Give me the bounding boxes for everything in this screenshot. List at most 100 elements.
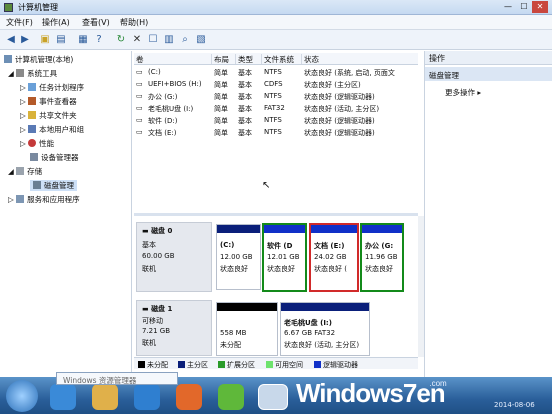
tree-item-task-scheduler[interactable]: ▷ 任务计划程序 — [20, 82, 84, 93]
partition-e[interactable]: 文档 (E:) 24.02 GB 状态良好 ( — [309, 223, 359, 292]
volume-row[interactable]: ▭ 老毛桃U盘 (I:) 简单 基本 FAT32 状态良好 (活动, 主分区) — [134, 103, 418, 114]
volume-row[interactable]: ▭ 软件 (D:) 简单 基本 NTFS 状态良好 (逻辑驱动器) — [134, 115, 418, 126]
explorer-taskbar-icon[interactable] — [92, 384, 118, 410]
volume-fs: CDFS — [264, 80, 283, 88]
partition-size: 24.02 GB — [314, 253, 347, 261]
disk1-kind: 可移动 — [142, 317, 163, 325]
services-icon — [16, 195, 25, 203]
tree-item-performance[interactable]: ▷ 性能 — [20, 138, 54, 149]
app2-taskbar-icon[interactable] — [218, 384, 244, 410]
volume-name: 老毛桃U盘 (I:) — [148, 105, 194, 113]
volume-row[interactable]: ▭ 文档 (E:) 简单 基本 NTFS 状态良好 (逻辑驱动器) — [134, 127, 418, 138]
partition-status: 状态良好 — [220, 265, 248, 273]
legend-primary: 主分区 — [178, 360, 208, 370]
partition-bar — [281, 303, 369, 311]
volume-row[interactable]: ▭ (C:) 简单 基本 NTFS 状态良好 (系统, 启动, 页面文 — [134, 67, 418, 78]
partition-bar — [217, 303, 277, 311]
help-icon[interactable]: ? — [92, 33, 106, 47]
drive-icon: ▭ — [136, 80, 143, 88]
actions-section-disk-mgmt[interactable]: 磁盘管理 — [425, 67, 552, 81]
legend-logical: 逻辑驱动器 — [314, 360, 358, 370]
brand-seven: 7 — [402, 378, 418, 408]
partition-size: 6.67 GB FAT32 — [284, 329, 336, 337]
watermark-logo: Windows7en .com — [296, 378, 447, 409]
volume-status: 状态良好 (主分区) — [304, 81, 361, 89]
tree-item-device-manager[interactable]: 设备管理器 — [30, 152, 79, 163]
refresh-icon[interactable]: ↻ — [114, 33, 128, 47]
partition-i[interactable]: 老毛桃U盘 (I:) 6.67 GB FAT32 状态良好 (活动, 主分区) — [280, 302, 370, 356]
disk-icon[interactable]: ▧ — [194, 33, 208, 47]
partition-unallocated[interactable]: 558 MB 未分配 — [216, 302, 278, 356]
users-icon — [28, 125, 37, 133]
volume-name: 办公 (G:) — [148, 93, 178, 101]
computer-management-icon — [4, 3, 13, 12]
volume-row[interactable]: ▭ UEFI+BIOS (H:) 简单 基本 CDFS 状态良好 (主分区) — [134, 79, 418, 90]
volume-fs: NTFS — [264, 68, 282, 76]
menu-file[interactable]: 文件(F) — [6, 17, 33, 28]
taskbar-clock[interactable]: 2014-08-06 — [494, 401, 535, 409]
new-icon[interactable]: ☐ — [146, 33, 160, 47]
disk0-info[interactable]: ▬ 磁盘 0 基本 60.00 GB 联机 — [136, 222, 212, 292]
tree-root[interactable]: 计算机管理(本地) — [4, 54, 73, 65]
tree-disk-management[interactable]: 磁盘管理 — [30, 180, 77, 191]
drive-icon: ▭ — [136, 104, 143, 112]
disk1-info[interactable]: ▬ 磁盘 1 可移动 7.21 GB 联机 — [136, 300, 212, 356]
maximize-button[interactable]: ☐ — [516, 1, 532, 13]
menu-action[interactable]: 操作(A) — [42, 17, 70, 28]
more-actions-link[interactable]: 更多操作 ▸ — [445, 87, 481, 98]
taskbar-tooltip: Windows 资源管理器 — [56, 372, 178, 385]
tree-item-event-viewer[interactable]: ▷ 事件查看器 — [20, 96, 77, 107]
partition-name: 老毛桃U盘 (I:) — [284, 319, 332, 327]
delete-icon[interactable]: ✕ — [130, 33, 144, 47]
search-icon[interactable]: ⌕ — [178, 33, 192, 47]
col-layout[interactable]: 布局 — [212, 54, 236, 64]
tree-services-apps[interactable]: ▷ 服务和应用程序 — [8, 194, 80, 205]
disk-management-icon — [33, 181, 41, 189]
partition-size: 12.00 GB — [220, 253, 253, 261]
tree-item-shared-folders[interactable]: ▷ 共享文件夹 — [20, 110, 77, 121]
partition-d[interactable]: 软件 (D 12.01 GB 状态良好 — [262, 223, 307, 292]
disk0-label: ▬ 磁盘 0 — [142, 227, 173, 235]
properties-icon[interactable]: ▦ — [76, 33, 90, 47]
drive-icon: ▭ — [136, 92, 143, 100]
col-status[interactable]: 状态 — [302, 54, 418, 64]
folder-up-icon[interactable]: ▣ — [38, 33, 52, 47]
close-button[interactable]: ✕ — [532, 1, 548, 13]
partition-g[interactable]: 办公 (G: 11.96 GB 状态良好 — [360, 223, 404, 292]
show-hide-tree-icon[interactable]: ▤ — [54, 33, 68, 47]
ie-alt-taskbar-icon[interactable] — [134, 384, 160, 410]
partition-c[interactable]: (C:) 12.00 GB 状态良好 — [216, 224, 261, 290]
app-taskbar-icon[interactable] — [176, 384, 202, 410]
ie-taskbar-icon[interactable] — [50, 384, 76, 410]
menu-view[interactable]: 查看(V) — [82, 17, 110, 28]
computer-management-taskbar-icon[interactable] — [258, 384, 288, 410]
minimize-button[interactable]: — — [500, 1, 516, 13]
col-filesystem[interactable]: 文件系统 — [262, 54, 302, 64]
drive-icon: ▭ — [136, 128, 143, 136]
menu-help[interactable]: 帮助(H) — [120, 17, 148, 28]
partition-name: 办公 (G: — [365, 242, 394, 250]
open-icon[interactable]: ▥ — [162, 33, 176, 47]
volume-list-header: 卷 布局 类型 文件系统 状态 — [134, 53, 418, 65]
volume-layout: 简单 — [214, 117, 228, 125]
volume-type: 基本 — [238, 69, 252, 77]
forward-icon[interactable]: ▶ — [18, 33, 32, 47]
disk1-state: 联机 — [142, 339, 156, 347]
event-viewer-icon — [28, 97, 37, 105]
volume-row[interactable]: ▭ 办公 (G:) 简单 基本 NTFS 状态良好 (逻辑驱动器) — [134, 91, 418, 102]
tree-item-local-users[interactable]: ▷ 本地用户和组 — [20, 124, 84, 135]
volume-name: (C:) — [148, 68, 161, 76]
tree-system-tools[interactable]: ◢ 系统工具 — [8, 68, 57, 79]
col-type[interactable]: 类型 — [236, 54, 262, 64]
volume-name: UEFI+BIOS (H:) — [148, 80, 202, 88]
tree-storage[interactable]: ◢ 存储 — [8, 166, 42, 177]
partition-bar — [362, 225, 402, 233]
back-icon[interactable]: ◀ — [4, 33, 18, 47]
brand-main: Windows — [296, 378, 404, 408]
start-button[interactable] — [6, 380, 38, 412]
mouse-cursor-icon: ↖ — [262, 180, 271, 191]
disk1-label: ▬ 磁盘 1 — [142, 305, 173, 313]
disk0-size: 60.00 GB — [142, 252, 175, 260]
disk0-kind: 基本 — [142, 241, 156, 249]
col-volume[interactable]: 卷 — [134, 54, 212, 64]
